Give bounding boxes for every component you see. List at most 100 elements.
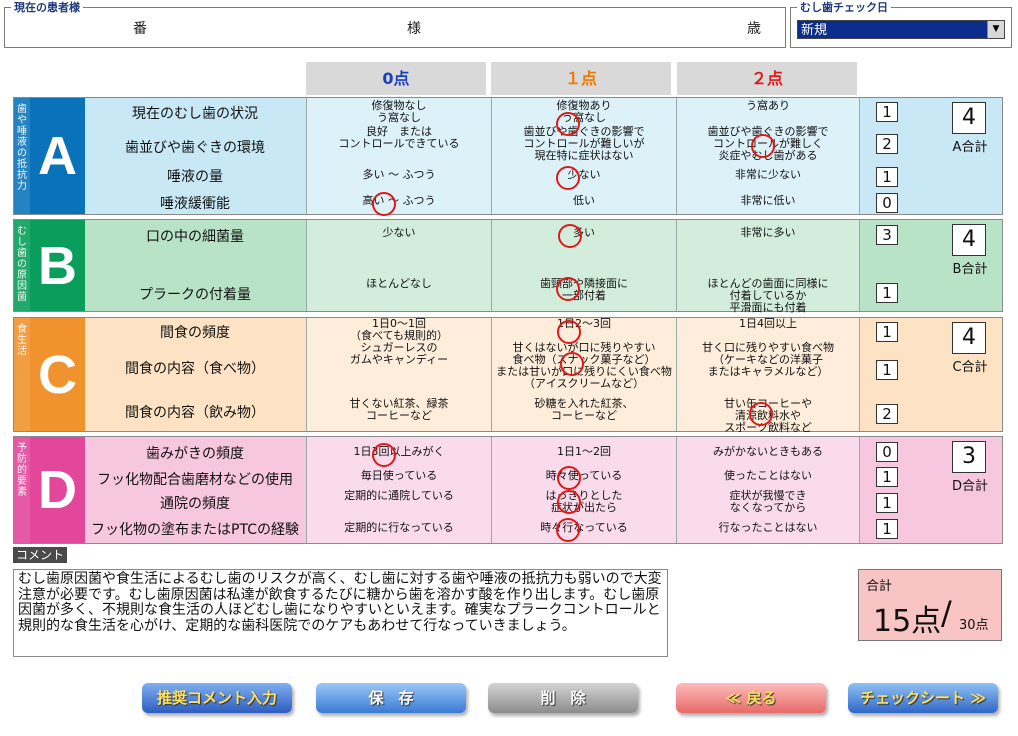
risk-option-text[interactable]: 時々使っている (492, 470, 676, 482)
section-c-total-value: 4 (952, 322, 986, 354)
risk-option-text[interactable]: 少ない (492, 169, 676, 181)
risk-option-text[interactable]: 非常に少ない (677, 169, 859, 181)
risk-option-text[interactable]: 使ったことはない (677, 470, 859, 482)
risk-option-text[interactable]: 1日0～1回 （食べても規則的） (307, 318, 491, 342)
check-date-select[interactable]: 新規 ▼ (797, 20, 1005, 39)
option-column-0-points: 1日0～1回 （食べても規則的） シュガーレスの ガムやキャンディー 甘くない紅茶、緑茶… (306, 318, 491, 431)
section-c-vertical-label: 食生活 (14, 318, 30, 431)
risk-option-text[interactable]: 多い ～ ふつう (307, 169, 491, 181)
item-score-field[interactable]: 0 (876, 442, 898, 462)
risk-option-text[interactable]: シュガーレスの ガムやキャンディー (307, 342, 491, 366)
item-score-field[interactable]: 1 (876, 519, 898, 539)
risk-item-label: 間食の内容（食べ物） (125, 361, 265, 377)
item-score-field[interactable]: 0 (876, 193, 898, 213)
risk-option-text[interactable]: 低い (492, 195, 676, 207)
risk-option-text[interactable]: 多い (492, 227, 676, 239)
option-column-0-points: 少ない ほとんどなし (306, 220, 491, 311)
grand-total-box: 合計 15点 / 30点 (858, 569, 1002, 641)
risk-option-text[interactable]: 定期的に通院している (307, 490, 491, 502)
selected-option-circle-mark (556, 518, 580, 542)
column-header-0-points: 0点 (306, 62, 486, 95)
risk-option-text[interactable]: 1日2～3回 (492, 318, 676, 330)
risk-item-label: 唾液の量 (167, 169, 223, 185)
grand-total-max: 30点 (959, 618, 989, 633)
selected-option-circle-mark (556, 166, 580, 190)
item-score-field[interactable]: 1 (876, 102, 898, 122)
risk-option-text[interactable]: 1日3回以上みがく (307, 446, 491, 458)
risk-option-text[interactable]: はっきりとした 症状が出たら (492, 490, 676, 514)
checksheet-button[interactable]: チェックシート ≫ (848, 683, 998, 713)
risk-option-text[interactable]: 高い ～ ふつう (307, 195, 491, 207)
risk-option-text[interactable]: 1日1～2回 (492, 446, 676, 458)
selected-option-circle-mark (557, 466, 581, 490)
risk-option-text[interactable]: 甘く口に残りやすい食べ物 （ケーキなどの洋菓子 またはキャラメルなど） (677, 342, 859, 378)
risk-option-text[interactable]: ほとんどなし (307, 278, 491, 290)
selected-option-circle-mark (749, 402, 773, 426)
item-score-field[interactable]: 1 (876, 283, 898, 303)
section-d-total-value: 3 (952, 441, 986, 473)
risk-option-text[interactable]: 定期的に行なっている (307, 522, 491, 534)
risk-option-text[interactable]: 少ない (307, 227, 491, 239)
risk-option-text[interactable]: 歯並びや歯ぐきの影響で コントロールが難しいが 現在特に症状はない (492, 126, 676, 162)
patient-age-suffix: 歳 (747, 21, 761, 37)
risk-item-label: 歯並びや歯ぐきの環境 (125, 140, 265, 156)
risk-option-text[interactable]: う窩あり (677, 100, 859, 112)
item-score-field[interactable]: 1 (876, 322, 898, 342)
section-c-letter: C (30, 318, 85, 431)
risk-option-text[interactable]: 非常に多い (677, 227, 859, 239)
selected-option-circle-mark (556, 277, 580, 301)
comment-label: コメント (13, 547, 68, 563)
section-d: 予防的要素 D 歯みがきの頻度 フッ化物配合歯磨材などの使用 通院の頻度 フッ化物の塗布ま… (13, 436, 1003, 544)
grand-total-slash: / (941, 594, 952, 632)
risk-item-label: 歯みがきの頻度 (146, 446, 244, 462)
recommend-comment-button[interactable]: 推奨コメント入力 (142, 683, 292, 713)
delete-button[interactable]: 削 除 (488, 683, 638, 713)
item-score-field[interactable]: 3 (876, 225, 898, 245)
risk-option-text[interactable]: 症状が我慢でき なくなってから (677, 490, 859, 514)
section-c-total-label: C合計 (952, 360, 988, 375)
risk-item-label: フッ化物配合歯磨材などの使用 (97, 472, 293, 488)
selected-option-circle-mark (560, 352, 584, 376)
chevron-down-icon[interactable]: ▼ (987, 21, 1004, 38)
risk-option-text[interactable]: 修復物なし う窩なし (307, 100, 491, 124)
risk-option-text[interactable]: 毎日使っている (307, 470, 491, 482)
risk-option-text[interactable]: 砂糖を入れた紅茶、 コーヒーなど (492, 398, 676, 422)
column-header-1-point: １点 (491, 62, 671, 95)
risk-option-text[interactable]: 修復物あり う窩なし (492, 100, 676, 124)
save-button[interactable]: 保 存 (316, 683, 466, 713)
section-a-total-value: 4 (952, 102, 986, 134)
selected-option-circle-mark (751, 134, 775, 158)
section-a-vertical-label: 歯や唾液の抵抗力 (14, 98, 30, 214)
item-score-field[interactable]: 1 (876, 360, 898, 380)
comment-textarea[interactable]: むし歯原因菌や食生活によるむし歯のリスクが高く、むし歯に対する歯や唾液の抵抗力も… (13, 569, 668, 657)
selected-option-circle-mark (557, 490, 581, 514)
section-b-items: 口の中の細菌量 プラークの付着量 (85, 220, 305, 311)
back-button[interactable]: ≪ 戻る (676, 683, 826, 713)
section-b-total-label: B合計 (952, 262, 988, 277)
section-a-items: 現在のむし歯の状況 歯並びや歯ぐきの環境 唾液の量 唾液緩衝能 (85, 98, 305, 214)
section-b-letter: B (30, 220, 85, 311)
item-score-field[interactable]: 1 (876, 493, 898, 513)
item-score-field[interactable]: 1 (876, 167, 898, 187)
risk-option-text[interactable]: 1日4回以上 (677, 318, 859, 330)
risk-option-text[interactable]: 非常に低い (677, 195, 859, 207)
risk-option-text[interactable]: 時々行なっている (492, 522, 676, 534)
risk-item-label: フッ化物の塗布またはPTCの経験 (91, 522, 299, 538)
option-column-1-points: 修復物あり う窩なし 歯並びや歯ぐきの影響で コントロールが難しいが 現在特に症状はない… (491, 98, 676, 214)
risk-option-text[interactable]: 甘くない紅茶、緑茶 コーヒーなど (307, 398, 491, 422)
section-c-items: 間食の頻度 間食の内容（食べ物） 間食の内容（飲み物） (85, 318, 305, 431)
selected-option-circle-mark (372, 443, 396, 467)
risk-option-text[interactable]: 良好 または コントロールできている (307, 126, 491, 150)
patient-number-suffix: 番 (133, 21, 147, 37)
risk-option-text[interactable]: 行なったことはない (677, 522, 859, 534)
section-d-vertical-label: 予防的要素 (14, 437, 30, 543)
risk-option-text[interactable]: ほとんどの歯面に同様に 付着しているか 平滑面にも付着 (677, 278, 859, 314)
patient-info-panel: 現在の患者様 番 様 歳 (4, 1, 786, 48)
option-column-2-points: みがかないときもある 使ったことはない症状が我慢でき なくなってから行なったことはな… (676, 437, 859, 543)
risk-option-text[interactable]: みがかないときもある (677, 446, 859, 458)
risk-option-text[interactable]: 歯頸部や隣接面に 一部付着 (492, 278, 676, 302)
item-score-field[interactable]: 1 (876, 467, 898, 487)
item-score-field[interactable]: 2 (876, 134, 898, 154)
risk-option-text[interactable]: 甘くはないが口に残りやすい 食べ物（スナック菓子など） または甘いが口に残りにくい食… (492, 342, 676, 390)
item-score-field[interactable]: 2 (876, 404, 898, 424)
